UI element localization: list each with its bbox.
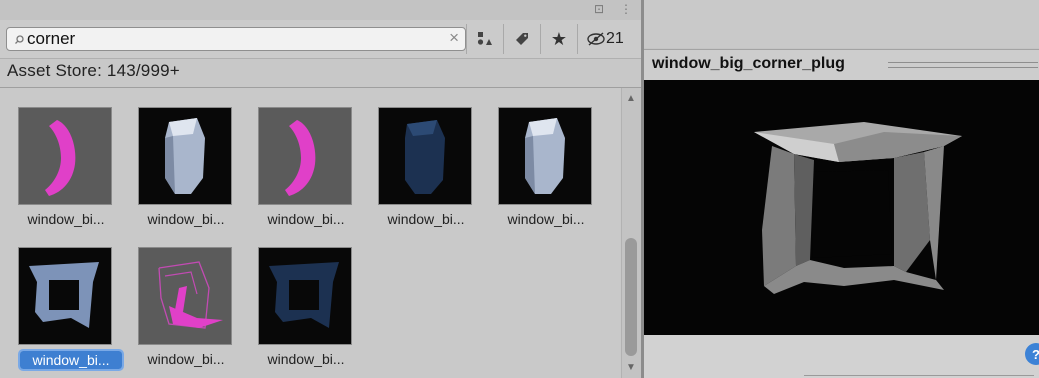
preview-footer: ? (644, 335, 1039, 378)
panel-top-strip: ⊡ ⋮ (0, 0, 641, 20)
preview-drag-handle[interactable] (888, 62, 1038, 68)
asset-toolbar: corner × ★ 21 (0, 20, 641, 59)
asset-browser-panel: ⊡ ⋮ corner × ★ 21 Asset Store: 143/999+ … (0, 0, 641, 378)
search-field[interactable]: corner × (6, 27, 466, 51)
asset-label: window_bi... (147, 211, 225, 227)
eye-hidden-icon (587, 32, 605, 46)
asset-item[interactable]: window_bi... (250, 248, 362, 376)
help-icon[interactable]: ? (1025, 343, 1039, 365)
asset-thumbnail (139, 108, 231, 204)
asset-grid: window_bi... window_bi... window_bi... w… (0, 88, 620, 378)
asset-item[interactable]: window_bi... (10, 248, 124, 376)
inspector-header-area (644, 0, 1039, 48)
asset-type-icon (477, 32, 492, 45)
hidden-packages-button[interactable]: 21 (577, 24, 646, 54)
asset-label-selected: window_bi... (18, 349, 124, 371)
asset-label: window_bi... (387, 211, 465, 227)
asset-item[interactable]: window_bi... (130, 248, 242, 376)
asset-label: window_bi... (507, 211, 585, 227)
panel-menu-icon[interactable]: ⋮ (620, 2, 632, 16)
asset-thumbnail (379, 108, 471, 204)
scrollbar-thumb[interactable] (625, 238, 637, 356)
panel-lock-icon[interactable]: ⊡ (594, 2, 604, 16)
scroll-up-arrow-icon[interactable]: ▲ (626, 93, 636, 104)
filter-by-type-button[interactable] (466, 24, 503, 54)
scroll-down-arrow-icon[interactable]: ▼ (626, 362, 636, 373)
asset-label: window_bi... (267, 211, 345, 227)
tag-icon (516, 33, 528, 45)
search-icon (15, 35, 24, 44)
search-input[interactable]: corner (27, 29, 75, 49)
asset-thumbnail (19, 108, 111, 204)
preview-title-bar: window_big_corner_plug (644, 49, 1039, 81)
grid-scrollbar[interactable]: ▲ ▼ (621, 88, 641, 378)
preview-viewport[interactable] (644, 80, 1039, 335)
asset-item[interactable]: window_bi... (250, 108, 362, 236)
star-icon: ★ (550, 28, 568, 49)
asset-label: window_bi... (267, 351, 345, 367)
asset-store-status: Asset Store: 143/999+ (7, 61, 180, 80)
asset-thumbnail (259, 248, 351, 344)
divider (804, 375, 1034, 376)
hidden-count: 21 (606, 30, 624, 47)
asset-thumbnail (139, 248, 231, 344)
asset-thumbnail (259, 108, 351, 204)
asset-label: window_bi... (147, 351, 225, 367)
asset-item[interactable]: window_bi... (130, 108, 242, 236)
asset-item[interactable]: window_bi... (10, 108, 122, 236)
asset-item[interactable]: window_bi... (370, 108, 482, 236)
favorites-button[interactable]: ★ (540, 24, 577, 54)
asset-label: window_bi... (27, 211, 105, 227)
asset-thumbnail (19, 248, 111, 344)
preview-title: window_big_corner_plug (652, 55, 845, 72)
filter-by-label-button[interactable] (503, 24, 540, 54)
preview-panel: window_big_corner_plug ? (644, 0, 1039, 378)
asset-item[interactable]: window_bi... (490, 108, 602, 236)
clear-search-icon[interactable]: × (449, 28, 459, 48)
mesh-preview (754, 122, 962, 294)
asset-thumbnail (499, 108, 591, 204)
